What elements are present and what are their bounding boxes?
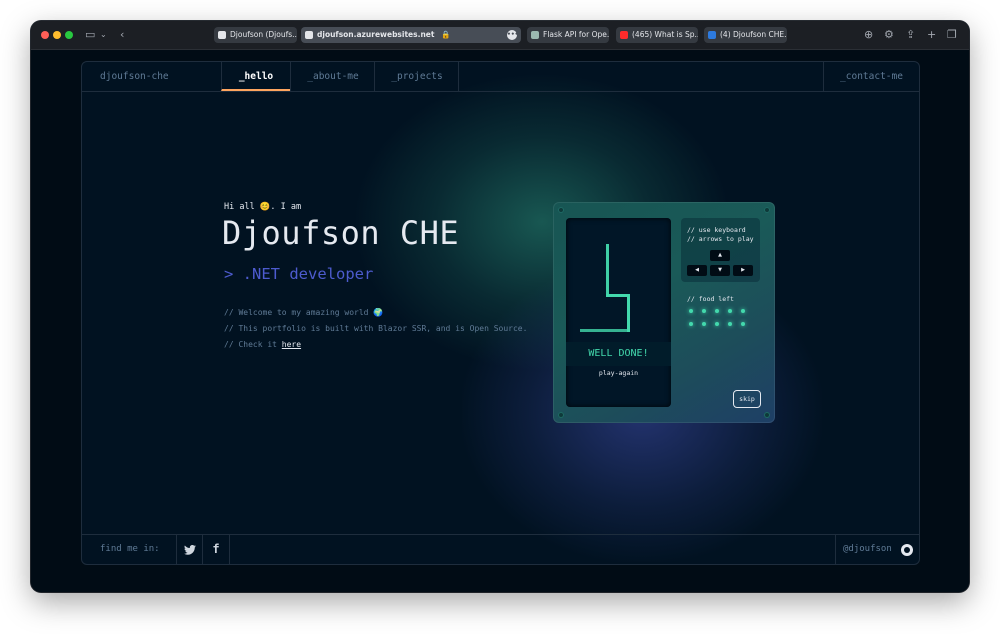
twitter-icon[interactable] — [176, 535, 203, 564]
food-dot — [728, 309, 732, 313]
chevron-down-icon[interactable]: ⌄ — [100, 27, 107, 43]
snake-segment — [580, 329, 630, 332]
food-dot — [741, 322, 745, 326]
new-tab-icon[interactable]: + — [927, 27, 936, 43]
food-dot — [741, 309, 745, 313]
arrow-left-key[interactable]: ◀ — [687, 265, 707, 276]
nav-about-me[interactable]: _about-me — [290, 62, 375, 91]
gear-icon[interactable]: ⚙ — [884, 27, 894, 43]
tab-flask-api[interactable]: Flask API for Ope... — [527, 27, 609, 43]
game-status: WELL DONE! — [566, 342, 671, 366]
tab-label: Flask API for Ope... — [543, 30, 609, 39]
address-bar[interactable]: djoufson.azurewebsites.net 🔒 ••• — [301, 27, 521, 43]
screw-icon — [558, 207, 564, 213]
nav-contact-me[interactable]: _contact-me — [823, 62, 919, 91]
snake-segment — [606, 244, 609, 296]
food-dot — [702, 309, 706, 313]
lock-icon: 🔒 — [441, 30, 451, 39]
page-viewport: djoufson-che _hello _about-me _projects … — [31, 50, 969, 592]
close-window-button[interactable] — [41, 31, 49, 39]
tab-github[interactable]: Djoufson (Djoufs... — [214, 27, 297, 43]
tab-overview-icon[interactable]: ❐ — [947, 27, 957, 43]
hero-name: Djoufson CHE — [222, 214, 460, 252]
github-handle: @djoufson — [843, 544, 892, 554]
comment-line-portfolio: // This portfolio is built with Blazor S… — [224, 324, 528, 333]
arrows-hint: // arrows to play — [687, 235, 754, 243]
address-url: djoufson.azurewebsites.net — [317, 30, 435, 39]
screw-icon — [764, 207, 770, 213]
food-dot — [728, 322, 732, 326]
share-icon[interactable]: ⇪ — [906, 27, 915, 43]
source-link[interactable]: here — [282, 340, 301, 349]
flask-favicon-icon — [531, 31, 539, 39]
tab-label: (4) Djoufson CHE... — [720, 30, 787, 39]
download-icon[interactable]: ⊕ — [864, 27, 873, 43]
screw-icon — [558, 412, 564, 418]
snake-game-console: WELL DONE! play-again // use keyboard //… — [553, 202, 775, 423]
tab-label: (465) What is Sp... — [632, 30, 698, 39]
browser-window: ▭ ⌄ ‹ Djoufson (Djoufs... djoufson.azure… — [31, 21, 969, 592]
controls-panel: // use keyboard // arrows to play ▲ ◀ ▼ … — [681, 218, 760, 282]
more-options-icon[interactable]: ••• — [507, 30, 519, 40]
facebook-icon[interactable]: f — [202, 535, 230, 564]
tab-linkedin[interactable]: (4) Djoufson CHE... — [704, 27, 787, 43]
nav-divider — [458, 62, 459, 91]
food-left-label: // food left — [687, 295, 734, 303]
snake-segment — [627, 294, 630, 332]
check-prefix: // Check it — [224, 340, 282, 349]
find-me-label: find me in: — [100, 544, 160, 554]
comment-line-welcome: // Welcome to my amazing world 🌍 — [224, 308, 384, 317]
hero-role: > .NET developer — [224, 265, 374, 283]
site-favicon-icon — [305, 31, 313, 39]
arrow-right-key[interactable]: ▶ — [733, 265, 753, 276]
minimize-window-button[interactable] — [53, 31, 61, 39]
food-dot — [689, 309, 693, 313]
food-dot — [702, 322, 706, 326]
food-dot — [689, 322, 693, 326]
github-icon — [901, 544, 913, 556]
arrow-up-key[interactable]: ▲ — [710, 250, 730, 261]
comment-line-check: // Check it here — [224, 340, 301, 349]
food-dot — [715, 322, 719, 326]
site-brand[interactable]: djoufson-che — [100, 62, 169, 91]
nav-projects[interactable]: _projects — [374, 62, 459, 91]
browser-toolbar: ▭ ⌄ ‹ Djoufson (Djoufs... djoufson.azure… — [31, 21, 969, 50]
game-board: WELL DONE! play-again — [566, 218, 671, 407]
skip-button[interactable]: skip — [733, 390, 761, 408]
top-nav: djoufson-che _hello _about-me _projects … — [82, 62, 919, 92]
github-favicon-icon — [218, 31, 226, 39]
portfolio-frame: djoufson-che _hello _about-me _projects … — [81, 61, 920, 565]
arrow-down-key[interactable]: ▼ — [710, 265, 730, 276]
tab-label: Djoufson (Djoufs... — [230, 30, 297, 39]
nav-hello[interactable]: _hello — [221, 62, 290, 91]
youtube-favicon-icon — [620, 31, 628, 39]
play-again-button[interactable]: play-again — [566, 369, 671, 377]
greeting-text: Hi all 😊. I am — [224, 202, 302, 212]
linkedin-favicon-icon — [708, 31, 716, 39]
sidebar-toggle-icon[interactable]: ▭ — [85, 27, 95, 43]
zoom-window-button[interactable] — [65, 31, 73, 39]
tab-youtube[interactable]: (465) What is Sp... — [616, 27, 698, 43]
footer: find me in: f @djoufson — [82, 534, 919, 564]
food-dot — [715, 309, 719, 313]
github-profile[interactable]: @djoufson — [835, 535, 919, 564]
screw-icon — [764, 412, 770, 418]
keyboard-hint: // use keyboard — [687, 226, 746, 234]
back-icon[interactable]: ‹ — [120, 27, 124, 43]
